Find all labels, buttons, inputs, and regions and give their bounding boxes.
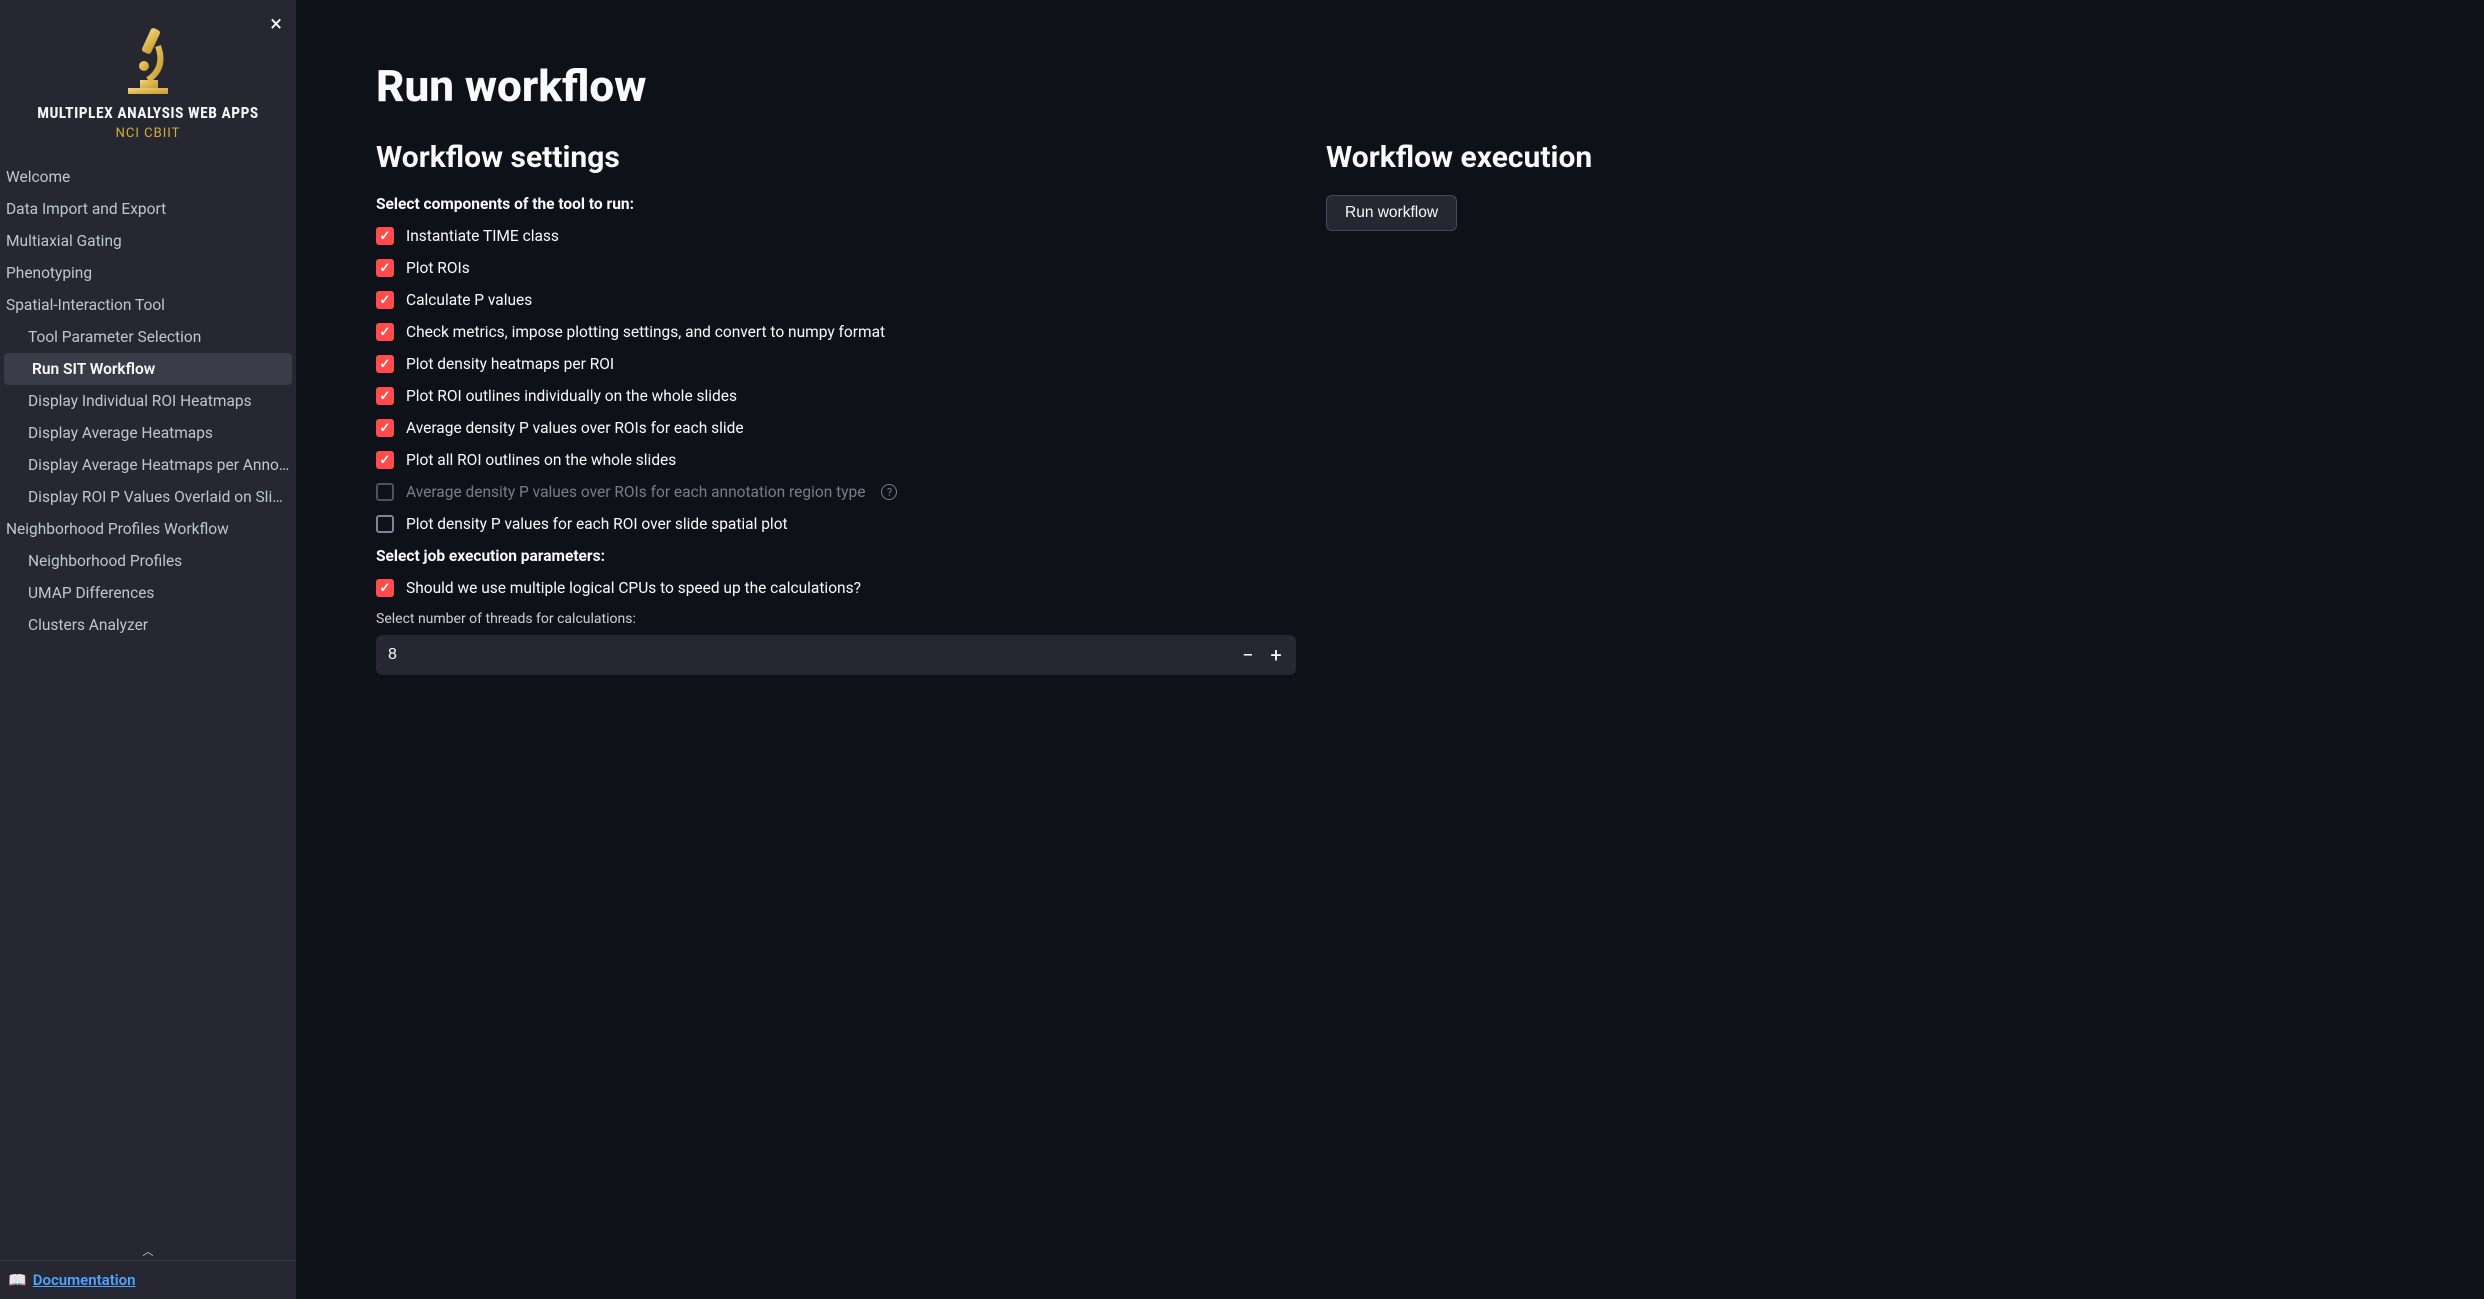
checkbox-label-5: Plot ROI outlines individually on the wh… (406, 387, 737, 405)
checkbox-4[interactable]: ✓ (376, 355, 394, 373)
sidebar: × MULTIPLEX ANALYSIS WEB APPS NCI CBIIT … (0, 0, 296, 1299)
checkbox-5[interactable]: ✓ (376, 387, 394, 405)
checkbox-list: ✓ Instantiate TIME class ✓ Plot ROIs ✓ Calcul… (376, 227, 1296, 533)
checkbox-1[interactable]: ✓ (376, 259, 394, 277)
checkbox-row-5: ✓ Plot ROI outlines individually on the w… (376, 387, 1296, 405)
check-icon: ✓ (380, 262, 391, 275)
check-icon: ✓ (380, 422, 391, 435)
brand-subtitle: NCI CBIIT (116, 126, 181, 141)
sidebar-item-2[interactable]: Multiaxial Gating (0, 225, 296, 257)
brand-title: MULTIPLEX ANALYSIS WEB APPS (37, 104, 259, 122)
sidebar-item-7[interactable]: Display Individual ROI Heatmaps (0, 385, 296, 417)
params-label: Select job execution parameters: (376, 547, 1296, 565)
increment-button[interactable]: + (1262, 641, 1290, 669)
checkbox-row-2: ✓ Calculate P values (376, 291, 1296, 309)
checkbox-row-9: Plot density P values for each ROI over … (376, 515, 1296, 533)
sidebar-item-6[interactable]: Run SIT Workflow (4, 353, 292, 385)
sidebar-item-9[interactable]: Display Average Heatmaps per Annota… (0, 449, 296, 481)
sidebar-item-14[interactable]: Clusters Analyzer (0, 609, 296, 641)
sidebar-item-11[interactable]: Neighborhood Profiles Workflow (0, 513, 296, 545)
settings-column: Workflow settings Select components of t… (376, 140, 1296, 675)
check-icon: ✓ (380, 358, 391, 371)
sidebar-item-3[interactable]: Phenotyping (0, 257, 296, 289)
checkbox-label-1: Plot ROIs (406, 259, 470, 277)
checkbox-0[interactable]: ✓ (376, 227, 394, 245)
sidebar-item-0[interactable]: Welcome (0, 161, 296, 193)
checkbox-row-4: ✓ Plot density heatmaps per ROI (376, 355, 1296, 373)
checkbox-label-0: Instantiate TIME class (406, 227, 559, 245)
execution-heading: Workflow execution (1326, 140, 1592, 175)
main-content: Run workflow Workflow settings Select co… (296, 0, 2484, 1299)
chevron-up-icon[interactable]: ︿ (0, 1242, 296, 1260)
checkbox-label-7: Plot all ROI outlines on the whole slide… (406, 451, 676, 469)
checkbox-3[interactable]: ✓ (376, 323, 394, 341)
brand-logo-block: MULTIPLEX ANALYSIS WEB APPS NCI CBIIT (0, 0, 296, 151)
checkbox-label-3: Check metrics, impose plotting settings,… (406, 323, 885, 341)
sidebar-nav: WelcomeData Import and ExportMultiaxial … (0, 151, 296, 1242)
run-workflow-button[interactable]: Run workflow (1326, 195, 1457, 231)
cpu-checkbox-row: ✓ Should we use multiple logical CPUs to… (376, 579, 1296, 597)
sidebar-item-1[interactable]: Data Import and Export (0, 193, 296, 225)
execution-column: Workflow execution Run workflow (1326, 140, 1592, 231)
sidebar-item-5[interactable]: Tool Parameter Selection (0, 321, 296, 353)
sidebar-item-12[interactable]: Neighborhood Profiles (0, 545, 296, 577)
cpu-checkbox[interactable]: ✓ (376, 579, 394, 597)
sidebar-item-10[interactable]: Display ROI P Values Overlaid on Slides (0, 481, 296, 513)
checkbox-row-1: ✓ Plot ROIs (376, 259, 1296, 277)
checkbox-row-6: ✓ Average density P values over ROIs for … (376, 419, 1296, 437)
checkbox-label-6: Average density P values over ROIs for e… (406, 419, 744, 437)
threads-input[interactable] (388, 646, 1234, 664)
check-icon: ✓ (380, 230, 391, 243)
checkbox-7[interactable]: ✓ (376, 451, 394, 469)
checkbox-label-4: Plot density heatmaps per ROI (406, 355, 614, 373)
sidebar-footer: 📖 Documentation (0, 1260, 296, 1299)
checkbox-row-8: Average density P values over ROIs for e… (376, 483, 1296, 501)
checkbox-row-7: ✓ Plot all ROI outlines on the whole slid… (376, 451, 1296, 469)
settings-heading: Workflow settings (376, 140, 1296, 175)
documentation-link[interactable]: Documentation (33, 1271, 136, 1289)
help-icon[interactable]: ? (881, 484, 897, 500)
check-icon: ✓ (380, 582, 391, 595)
checkbox-row-0: ✓ Instantiate TIME class (376, 227, 1296, 245)
threads-label: Select number of threads for calculation… (376, 611, 1296, 627)
checkbox-6[interactable]: ✓ (376, 419, 394, 437)
checkbox-9[interactable] (376, 515, 394, 533)
checkbox-label-8: Average density P values over ROIs for e… (406, 483, 865, 501)
sidebar-item-4[interactable]: Spatial-Interaction Tool (0, 289, 296, 321)
book-icon: 📖 (8, 1271, 27, 1289)
checkbox-8 (376, 483, 394, 501)
checkbox-label-9: Plot density P values for each ROI over … (406, 515, 788, 533)
microscope-icon (118, 18, 178, 98)
close-icon[interactable]: × (266, 8, 286, 41)
checkbox-2[interactable]: ✓ (376, 291, 394, 309)
components-label: Select components of the tool to run: (376, 195, 1296, 213)
checkbox-row-3: ✓ Check metrics, impose plotting settings… (376, 323, 1296, 341)
cpu-checkbox-label: Should we use multiple logical CPUs to s… (406, 579, 861, 597)
checkbox-label-2: Calculate P values (406, 291, 532, 309)
check-icon: ✓ (380, 454, 391, 467)
sidebar-item-13[interactable]: UMAP Differences (0, 577, 296, 609)
check-icon: ✓ (380, 390, 391, 403)
page-title: Run workflow (376, 60, 2404, 112)
threads-input-wrapper: − + (376, 635, 1296, 675)
decrement-button[interactable]: − (1234, 641, 1262, 669)
sidebar-item-8[interactable]: Display Average Heatmaps (0, 417, 296, 449)
check-icon: ✓ (380, 294, 391, 307)
check-icon: ✓ (380, 326, 391, 339)
